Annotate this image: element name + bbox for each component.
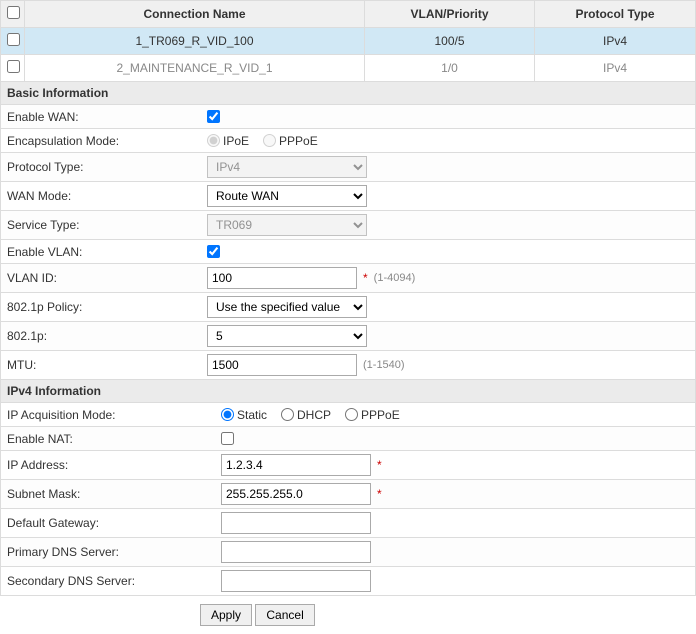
- wan-mode-select[interactable]: Route WAN: [207, 185, 367, 207]
- wan-mode-row: WAN Mode: Route WAN: [0, 182, 696, 211]
- default-gateway-row: Default Gateway:: [0, 509, 696, 538]
- encap-ipoe-option: IPoE: [207, 134, 249, 148]
- protocol-type-select: IPv4: [207, 156, 367, 178]
- secondary-dns-input[interactable]: [221, 570, 371, 592]
- button-row: Apply Cancel: [0, 596, 696, 634]
- vlan-id-input[interactable]: [207, 267, 357, 289]
- row-proto: IPv4: [535, 55, 696, 82]
- encap-pppoe-option: PPPoE: [263, 134, 318, 148]
- ip-address-row: IP Address: *: [0, 451, 696, 480]
- enable-nat-row: Enable NAT:: [0, 427, 696, 451]
- protocol-type-label: Protocol Type:: [1, 160, 201, 174]
- dot1p-label: 802.1p:: [1, 329, 201, 343]
- ip-acq-label: IP Acquisition Mode:: [1, 408, 211, 422]
- enable-wan-label: Enable WAN:: [1, 110, 201, 124]
- ip-acq-static-option[interactable]: Static: [221, 408, 267, 422]
- default-gateway-label: Default Gateway:: [1, 516, 211, 530]
- mtu-input[interactable]: [207, 354, 357, 376]
- vlan-id-row: VLAN ID: * (1-4094): [0, 264, 696, 293]
- select-all-checkbox[interactable]: [7, 6, 20, 19]
- protocol-type-row: Protocol Type: IPv4: [0, 153, 696, 182]
- default-gateway-input[interactable]: [221, 512, 371, 534]
- enable-wan-row: Enable WAN:: [0, 105, 696, 129]
- encap-mode-row: Encapsulation Mode: IPoE PPPoE: [0, 129, 696, 153]
- apply-button[interactable]: Apply: [200, 604, 252, 626]
- ip-acq-dhcp-radio[interactable]: [281, 408, 294, 421]
- ip-address-input[interactable]: [221, 454, 371, 476]
- service-type-label: Service Type:: [1, 218, 201, 232]
- encap-ipoe-radio: [207, 134, 220, 147]
- service-type-select: TR069: [207, 214, 367, 236]
- primary-dns-row: Primary DNS Server:: [0, 538, 696, 567]
- row-proto: IPv4: [535, 28, 696, 55]
- mtu-hint: (1-1540): [363, 359, 405, 371]
- header-proto: Protocol Type: [535, 1, 696, 28]
- mtu-label: MTU:: [1, 358, 201, 372]
- encap-pppoe-radio: [263, 134, 276, 147]
- ip-acq-row: IP Acquisition Mode: Static DHCP PPPoE: [0, 403, 696, 427]
- ip-acq-static-radio[interactable]: [221, 408, 234, 421]
- row-checkbox[interactable]: [7, 33, 20, 46]
- dot1p-policy-select[interactable]: Use the specified value: [207, 296, 367, 318]
- header-checkbox-cell: [1, 1, 25, 28]
- mtu-row: MTU: (1-1540): [0, 351, 696, 380]
- primary-dns-input[interactable]: [221, 541, 371, 563]
- encap-mode-label: Encapsulation Mode:: [1, 134, 201, 148]
- dot1p-policy-row: 802.1p Policy: Use the specified value: [0, 293, 696, 322]
- enable-nat-label: Enable NAT:: [1, 432, 211, 446]
- row-vlan: 100/5: [365, 28, 535, 55]
- secondary-dns-label: Secondary DNS Server:: [1, 574, 211, 588]
- subnet-mask-row: Subnet Mask: *: [0, 480, 696, 509]
- ip-acq-pppoe-radio[interactable]: [345, 408, 358, 421]
- enable-wan-checkbox[interactable]: [207, 110, 220, 123]
- row-vlan: 1/0: [365, 55, 535, 82]
- enable-vlan-row: Enable VLAN:: [0, 240, 696, 264]
- ip-acq-dhcp-option[interactable]: DHCP: [281, 408, 331, 422]
- row-name: 1_TR069_R_VID_100: [25, 28, 365, 55]
- row-checkbox[interactable]: [7, 60, 20, 73]
- ipv4-info-header: IPv4 Information: [0, 380, 696, 403]
- dot1p-select[interactable]: 5: [207, 325, 367, 347]
- table-header-row: Connection Name VLAN/Priority Protocol T…: [1, 1, 696, 28]
- enable-vlan-checkbox[interactable]: [207, 245, 220, 258]
- cancel-button[interactable]: Cancel: [255, 604, 314, 626]
- subnet-mask-label: Subnet Mask:: [1, 487, 211, 501]
- subnet-mask-input[interactable]: [221, 483, 371, 505]
- secondary-dns-row: Secondary DNS Server:: [0, 567, 696, 596]
- vlan-id-required: *: [363, 271, 368, 285]
- wan-mode-label: WAN Mode:: [1, 189, 201, 203]
- subnet-mask-required: *: [377, 487, 382, 501]
- header-name: Connection Name: [25, 1, 365, 28]
- ip-address-label: IP Address:: [1, 458, 211, 472]
- vlan-id-label: VLAN ID:: [1, 271, 201, 285]
- enable-nat-checkbox[interactable]: [221, 432, 234, 445]
- header-vlan: VLAN/Priority: [365, 1, 535, 28]
- primary-dns-label: Primary DNS Server:: [1, 545, 211, 559]
- dot1p-row: 802.1p: 5: [0, 322, 696, 351]
- connection-table: Connection Name VLAN/Priority Protocol T…: [0, 0, 696, 82]
- vlan-id-hint: (1-4094): [374, 272, 416, 284]
- dot1p-policy-label: 802.1p Policy:: [1, 300, 201, 314]
- ip-address-required: *: [377, 458, 382, 472]
- basic-info-header: Basic Information: [0, 82, 696, 105]
- service-type-row: Service Type: TR069: [0, 211, 696, 240]
- table-row[interactable]: 1_TR069_R_VID_100 100/5 IPv4: [1, 28, 696, 55]
- ip-acq-pppoe-option[interactable]: PPPoE: [345, 408, 400, 422]
- enable-vlan-label: Enable VLAN:: [1, 245, 201, 259]
- table-row[interactable]: 2_MAINTENANCE_R_VID_1 1/0 IPv4: [1, 55, 696, 82]
- row-name: 2_MAINTENANCE_R_VID_1: [25, 55, 365, 82]
